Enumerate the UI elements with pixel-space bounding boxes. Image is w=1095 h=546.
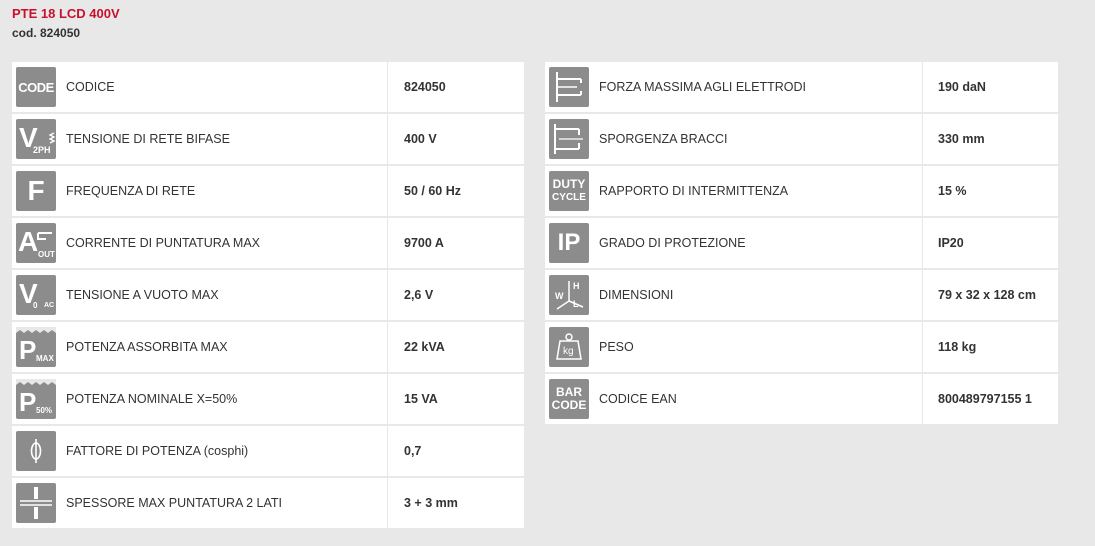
spec-value: 50 / 60 Hz xyxy=(404,184,461,198)
spec-row-forza: FORZA MASSIMA AGLI ELETTRODI 190 daN xyxy=(545,62,1058,114)
power-factor-icon xyxy=(16,431,56,471)
power-50-icon: P 50% xyxy=(16,379,56,419)
spec-row-dimensioni: W H L DIMENSIONI 79 x 32 x 128 cm xyxy=(545,270,1058,322)
duty-cycle-icon: DUTY CYCLE xyxy=(549,171,589,211)
spec-row-fattore-potenza: FATTORE DI POTENZA (cosphi) 0,7 xyxy=(12,426,524,478)
spec-value: 15 VA xyxy=(404,392,438,406)
specs-table-left: CODE CODICE 824050 V 2PH TENSIONE DI RET… xyxy=(12,62,524,528)
spec-label: CODICE xyxy=(66,80,115,94)
frequency-icon: F xyxy=(16,171,56,211)
spec-value: 22 kVA xyxy=(404,340,445,354)
spec-label: POTENZA ASSORBITA MAX xyxy=(66,340,228,354)
spec-label: RAPPORTO DI INTERMITTENZA xyxy=(599,184,789,198)
spec-value: 2,6 V xyxy=(404,288,434,302)
spec-label: CODICE EAN xyxy=(599,392,677,406)
spec-value: 330 mm xyxy=(938,132,985,146)
spec-value: 0,7 xyxy=(404,444,422,458)
spec-value: 9700 A xyxy=(404,236,444,250)
power-max-icon: P MAX xyxy=(16,327,56,367)
spec-row-frequenza: F FREQUENZA DI RETE 50 / 60 Hz xyxy=(12,166,524,218)
voltage-2ph-icon: V 2PH xyxy=(16,119,56,159)
spec-label: GRADO DI PROTEZIONE xyxy=(599,236,746,250)
output-current-icon: A OUT xyxy=(16,223,56,263)
spec-value: 190 daN xyxy=(938,80,986,94)
spec-row-ean: BAR CODE CODICE EAN 800489797155 1 xyxy=(545,374,1058,424)
spec-value: 3 + 3 mm xyxy=(404,496,458,510)
spec-label: FORZA MASSIMA AGLI ELETTRODI xyxy=(599,80,806,94)
spec-row-corrente: A OUT CORRENTE DI PUNTATURA MAX 9700 A xyxy=(12,218,524,270)
spec-value: 15 % xyxy=(938,184,967,198)
dimensions-icon: W H L xyxy=(549,275,589,315)
open-circuit-voltage-icon: V 0 AC xyxy=(16,275,56,315)
spec-label: DIMENSIONI xyxy=(599,288,674,302)
spec-row-spessore: SPESSORE MAX PUNTATURA 2 LATI 3 + 3 mm xyxy=(12,478,524,528)
spec-label: SPESSORE MAX PUNTATURA 2 LATI xyxy=(66,496,283,510)
spec-label: TENSIONE A VUOTO MAX xyxy=(66,288,219,302)
spec-row-protezione: IP GRADO DI PROTEZIONE IP20 xyxy=(545,218,1058,270)
electrode-force-icon xyxy=(549,67,589,107)
spec-value: 400 V xyxy=(404,132,437,146)
spec-row-tensione-vuoto: V 0 AC TENSIONE A VUOTO MAX 2,6 V xyxy=(12,270,524,322)
spec-label: POTENZA NOMINALE X=50% xyxy=(66,392,238,406)
weld-thickness-icon xyxy=(16,483,56,523)
spec-row-peso: kg PESO 118 kg xyxy=(545,322,1058,374)
spec-value: 118 kg xyxy=(938,340,977,354)
weight-icon: kg xyxy=(549,327,589,367)
ip-rating-icon: IP xyxy=(549,223,589,263)
spec-row-intermittenza: DUTY CYCLE RAPPORTO DI INTERMITTENZA 15 … xyxy=(545,166,1058,218)
spec-label: PESO xyxy=(599,340,634,354)
spec-label: SPORGENZA BRACCI xyxy=(599,132,728,146)
product-title: PTE 18 LCD 400V xyxy=(12,6,120,21)
spec-value: 824050 xyxy=(404,80,446,94)
spec-value: 79 x 32 x 128 cm xyxy=(938,288,1036,302)
spec-label: TENSIONE DI RETE BIFASE xyxy=(66,132,230,146)
product-header: PTE 18 LCD 400V cod. 824050 xyxy=(12,6,120,41)
spec-label: CORRENTE DI PUNTATURA MAX xyxy=(66,236,260,250)
spec-row-potenza-max: P MAX POTENZA ASSORBITA MAX 22 kVA xyxy=(12,322,524,374)
barcode-icon: BAR CODE xyxy=(549,379,589,419)
product-code: cod. 824050 xyxy=(12,26,81,40)
spec-row-tensione-rete: V 2PH TENSIONE DI RETE BIFASE 400 V xyxy=(12,114,524,166)
arm-reach-icon xyxy=(549,119,589,159)
specs-table-right: FORZA MASSIMA AGLI ELETTRODI 190 daN SPO… xyxy=(545,62,1058,424)
spec-value: 800489797155 1 xyxy=(938,392,1032,406)
spec-row-sporgenza: SPORGENZA BRACCI 330 mm xyxy=(545,114,1058,166)
code-icon: CODE xyxy=(16,67,56,107)
spec-row-codice: CODE CODICE 824050 xyxy=(12,62,524,114)
spec-value: IP20 xyxy=(938,236,964,250)
spec-label: FREQUENZA DI RETE xyxy=(66,184,196,198)
spec-label: FATTORE DI POTENZA (cosphi) xyxy=(66,444,249,458)
spec-row-potenza-nominale: P 50% POTENZA NOMINALE X=50% 15 VA xyxy=(12,374,524,426)
